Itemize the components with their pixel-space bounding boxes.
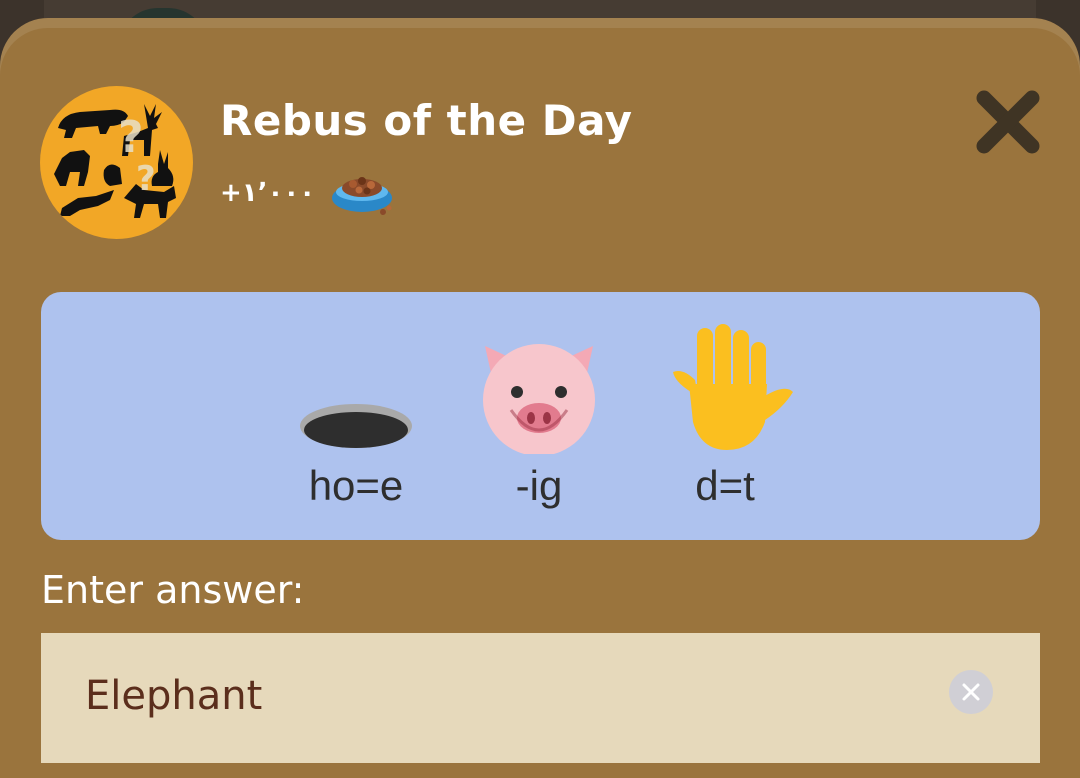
dialog-title: Rebus of the Day: [220, 96, 633, 145]
clue-hole: ho=e: [276, 322, 436, 510]
answer-input[interactable]: [85, 667, 905, 725]
svg-text:?: ?: [118, 112, 144, 163]
clue-text: ho=e: [308, 462, 404, 509]
rebus-puzzle-card: ho=e -ig d=t: [41, 292, 1040, 540]
clear-x-icon: [962, 683, 980, 701]
raised-hand-icon: [645, 322, 805, 454]
close-button[interactable]: [966, 80, 1050, 164]
clue-hand: d=t: [645, 322, 805, 510]
svg-text:?: ?: [136, 159, 156, 199]
rebus-dialog: ? ? Rebus of the Day +١٬٠٠٠ ho=e -ig d=t…: [0, 18, 1080, 778]
animal-silhouettes-question-icon: ? ?: [40, 86, 193, 239]
reward-amount: +١٬٠٠٠: [220, 178, 316, 208]
reward-row: +١٬٠٠٠: [220, 168, 395, 218]
answer-field-container: [41, 633, 1040, 763]
answer-prompt-label: Enter answer:: [41, 568, 305, 612]
clue-text: -ig: [515, 462, 563, 509]
pet-food-bowl-icon: [329, 168, 395, 218]
hole-icon: [276, 322, 436, 454]
clue-pig: -ig: [459, 322, 619, 510]
close-x-icon: [976, 90, 1040, 154]
pig-face-icon: [459, 322, 619, 454]
clue-text: d=t: [695, 462, 755, 509]
clear-button[interactable]: [949, 670, 993, 714]
